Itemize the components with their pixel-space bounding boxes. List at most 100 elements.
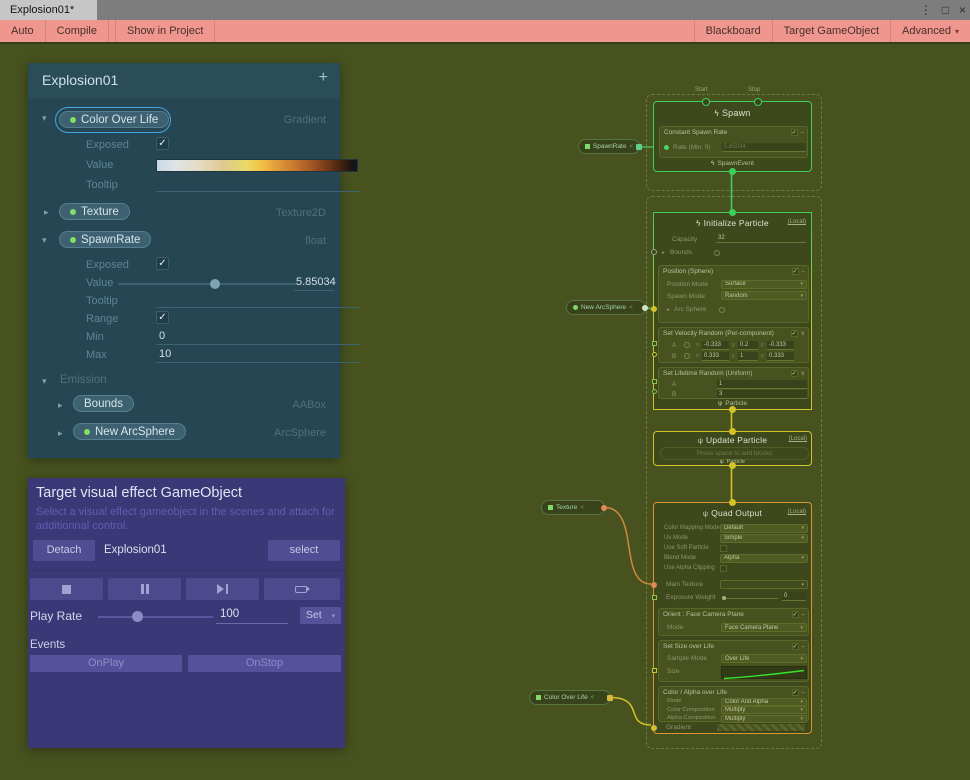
update-context-node[interactable]: ψUpdate Particle (Local) Press space to … [653,431,812,466]
gradient-input-port[interactable] [651,725,657,731]
exposure-weight-field[interactable]: 0 [782,592,806,601]
param-output-port[interactable] [601,505,607,511]
spawnevent-output-port[interactable] [729,168,736,175]
select-button[interactable]: select [268,540,340,561]
edge-colorover-life-to-gradient[interactable] [611,698,651,726]
size-port[interactable] [652,668,657,673]
block-enabled-checkbox[interactable]: ✓ [791,129,798,136]
max-field[interactable]: 10 [159,348,171,360]
target-gameobject-toggle-button[interactable]: Target GameObject [772,20,890,42]
exposure-weight-slider[interactable] [722,598,778,599]
space-local-toggle[interactable]: (Local) [788,509,806,515]
rate-input-port[interactable] [664,145,669,150]
min-field[interactable]: 0 [159,330,165,342]
update-output-port[interactable] [729,462,736,469]
velocity-b-port[interactable] [652,352,657,357]
space-toggle-icon[interactable] [714,250,720,256]
block-collapse-icon[interactable]: ∨ [801,370,805,377]
space-local-toggle[interactable]: (Local) [788,219,806,225]
main-texture-input-port[interactable] [651,582,657,588]
space-toggle-icon[interactable] [719,307,725,313]
expander-icon[interactable]: ▸ [44,207,49,218]
collapse-icon[interactable]: < [629,144,633,150]
spawn-start-port[interactable] [702,98,710,106]
collapse-icon[interactable]: < [629,305,633,311]
pause-button[interactable] [108,578,181,600]
initialize-input-port[interactable] [729,209,736,216]
expander-icon[interactable]: ▸ [58,400,63,411]
set-velocity-random-block[interactable]: Set Velocity Random (Per-component) ✓ ∨ … [658,327,809,363]
edge-texture-to-maintexture[interactable] [605,508,651,585]
sample-mode-dropdown[interactable]: Over Life▾ [721,654,807,663]
window-close-icon[interactable]: × [959,3,966,17]
tooltip-field[interactable] [156,191,360,192]
block-enabled-checkbox[interactable]: ✓ [791,330,798,337]
tooltip-field[interactable] [156,307,360,308]
value-field[interactable]: 5.85034 [296,276,336,288]
param-output-port[interactable] [642,305,648,311]
param-output-port[interactable] [607,695,613,701]
advanced-dropdown-button[interactable]: Advanced▾ [890,20,970,42]
lifetime-b-port[interactable] [652,389,657,394]
range-checkbox[interactable]: ✓ [156,311,169,324]
blend-mode-dropdown[interactable]: Alpha▾ [720,554,808,563]
color-composition-dropdown[interactable]: Multiply▾ [721,706,807,714]
color-mode-dropdown[interactable]: Color And Alpha▾ [721,698,807,706]
use-soft-particle-checkbox[interactable] [720,545,727,552]
velocity-a-y-field[interactable]: 0.2 [738,341,758,350]
blackboard-header[interactable]: Explosion01 + [28,63,340,98]
block-enabled-checkbox[interactable]: ✓ [792,611,799,618]
velocity-a-x-field[interactable]: -0.333 [702,341,729,350]
main-texture-field[interactable]: ▾ [720,580,808,589]
emission-category-label[interactable]: Emission [60,374,107,386]
param-pill-texture[interactable]: Texture [59,203,130,220]
window-maximize-icon[interactable]: □ [942,3,949,17]
lifetime-b-field[interactable]: 3 [717,390,807,399]
value-slider-handle[interactable] [210,279,220,289]
param-node-color-over-life[interactable]: Color Over Life < [529,690,611,705]
block-collapse-icon[interactable]: – [802,612,805,618]
block-enabled-checkbox[interactable]: ✓ [792,268,799,275]
collapse-icon[interactable]: < [591,695,595,701]
block-enabled-checkbox[interactable]: ✓ [792,643,799,650]
category-expander-icon[interactable]: ▾ [42,376,47,387]
block-enabled-checkbox[interactable]: ✓ [791,370,798,377]
spawn-mode-dropdown[interactable]: Random▾ [721,291,807,300]
velocity-a-port[interactable] [652,341,657,346]
window-menu-icon[interactable]: ⋮ [920,3,932,17]
orient-mode-dropdown[interactable]: Face Camera Plane▾ [721,623,807,632]
quad-output-context-node[interactable]: ψQuad Output (Local) Color Mapping Mode … [653,502,812,734]
space-local-toggle[interactable]: (Local) [789,436,807,442]
block-collapse-icon[interactable]: – [802,269,805,275]
use-alpha-clipping-checkbox[interactable] [720,565,727,572]
velocity-b-x-field[interactable]: 0.333 [702,352,729,361]
quad-input-port[interactable] [729,499,736,506]
velocity-a-z-field[interactable]: -0.333 [767,341,794,350]
expander-icon[interactable]: ▸ [58,428,63,439]
initialize-context-node[interactable]: ϟInitialize Particle (Local) Capacity 32… [653,212,812,410]
param-node-spawnrate[interactable]: SpawnRate < [578,139,640,154]
size-curve-field[interactable] [721,666,807,679]
value-slider-track[interactable] [118,283,298,285]
color-mapping-mode-dropdown[interactable]: Default▾ [720,524,808,533]
param-pill-spawnrate[interactable]: SpawnRate [59,231,151,248]
play-rate-slider-track[interactable] [98,616,213,618]
rate-value-field[interactable]: 5.85034 [722,143,806,152]
position-sphere-block[interactable]: Position (Sphere) ✓ – Position Mode Surf… [658,265,809,323]
uv-mode-dropdown[interactable]: Simple▾ [720,534,808,543]
position-mode-dropdown[interactable]: Surface▾ [721,280,807,289]
exposed-checkbox[interactable]: ✓ [156,137,169,150]
collapse-icon[interactable]: < [580,505,584,511]
bounds-expander-icon[interactable]: ▸ [662,250,665,256]
exposed-checkbox[interactable]: ✓ [156,257,169,270]
onplay-event-button[interactable]: OnPlay [30,655,182,672]
constant-spawn-rate-block[interactable]: Constant Spawn Rate ✓ – Rate (Min: 0) 5.… [659,126,808,158]
arc-sphere-input-port[interactable] [651,306,657,312]
bounds-input-port[interactable] [651,249,657,255]
param-pill-new-arcsphere[interactable]: New ArcSphere [73,423,186,440]
color-alpha-over-life-block[interactable]: Color / Alpha over Life ✓ – Mode Color A… [658,686,809,722]
add-parameter-button[interactable]: + [319,69,328,87]
asset-tab[interactable]: Explosion01* [0,0,97,20]
spawn-context-node[interactable]: ϟSpawn Constant Spawn Rate ✓ – Rate (Min… [653,101,812,172]
orient-block[interactable]: Orient : Face Camera Plane ✓ – Mode Face… [658,608,809,636]
